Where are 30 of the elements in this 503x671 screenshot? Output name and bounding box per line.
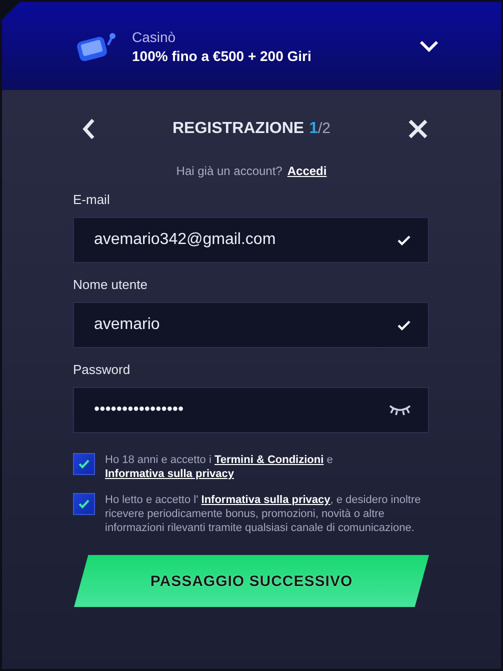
next-step-button[interactable]: PASSAGGIO SUCCESSIVO [74,555,429,607]
promo-banner[interactable]: Casinò 100% fino a €500 + 200 Giri [2,2,501,90]
checkmark-icon [397,320,411,330]
checkmark-icon [78,459,90,469]
checkbox[interactable] [73,493,95,515]
field-label: Nome utente [73,277,148,292]
back-button[interactable] [82,118,96,140]
field-label: Password [73,362,132,377]
close-button[interactable] [406,118,429,140]
consent-link[interactable]: Informativa sulla privacy [105,468,234,480]
total-steps: /2 [318,120,330,137]
checkmark-icon [78,499,90,509]
consent-text: Ho 18 anni e accetto i Termini & Condizioni e Informativa sulla privacy [105,453,334,481]
form-title: REGISTRAZIONE [172,120,304,138]
promo-category: Casinò [132,28,177,44]
promo-offer: 100% fino a €500 + 200 Giri [132,48,312,64]
login-link[interactable]: Accedi [287,164,327,178]
input-field[interactable]: avemario342@gmail.com [73,217,429,263]
consent-link[interactable]: Informativa sulla privacy [201,494,330,506]
consent-link[interactable]: Termini & Condizioni [214,454,324,466]
field-label: E-mail [73,192,111,207]
checkbox[interactable] [73,453,95,475]
consent-text: Ho letto e accetto l' Informativa sulla privacy, e desidero inoltre ricevere periodicamente bonus, promozioni, novità o altre informazioni rilevanti tramite qualsiasi canale di comunicazione. [105,493,422,535]
input-field[interactable]: avemario [73,302,429,348]
input-field[interactable]: •••••••••••••••• [73,387,429,433]
closed-eye-icon[interactable] [389,404,411,416]
current-step: 1 [309,120,318,138]
login-prompt: Hai già un account? [176,164,282,178]
chevron-down-icon[interactable] [419,40,439,52]
checkmark-icon [397,234,411,246]
